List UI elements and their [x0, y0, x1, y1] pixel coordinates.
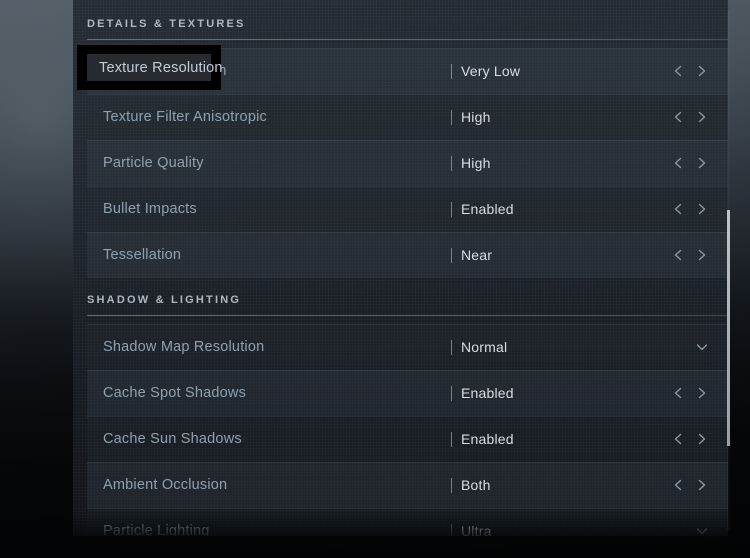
chevron-right-icon[interactable]: [694, 477, 710, 493]
setting-value: Enabled: [461, 201, 514, 217]
chevron-right-icon[interactable]: [694, 385, 710, 401]
setting-value: High: [461, 155, 491, 171]
setting-value: Normal: [461, 339, 508, 355]
setting-value: Very Low: [461, 63, 521, 79]
setting-value: Both: [461, 477, 491, 493]
row-separator: [87, 140, 728, 141]
chevron-right-icon[interactable]: [694, 155, 710, 171]
chevron-down-icon[interactable]: [694, 339, 710, 355]
setting-value: Near: [461, 247, 493, 263]
setting-control[interactable]: [668, 335, 728, 359]
chevron-left-icon[interactable]: [670, 155, 686, 171]
chevron-left-icon[interactable]: [670, 63, 686, 79]
graphics-settings-panel: DETAILS & TEXTURES Texture Resolution Very…: [73, 0, 728, 536]
value-tick-mark: [451, 477, 452, 493]
value-tick-mark: [451, 431, 452, 447]
setting-value: Enabled: [461, 431, 514, 447]
section-header: SHADOW & LIGHTING: [87, 294, 728, 324]
row-separator: [87, 508, 728, 509]
setting-row[interactable]: Ambient Occlusion Both: [87, 462, 728, 508]
setting-value-group[interactable]: Enabled: [451, 385, 514, 401]
row-separator: [87, 462, 728, 463]
focused-setting-highlight[interactable]: Texture Resolution: [77, 45, 223, 90]
setting-control[interactable]: [668, 381, 728, 405]
setting-row[interactable]: Particle Lighting Ultra: [87, 508, 728, 536]
chevron-left-icon[interactable]: [670, 431, 686, 447]
row-background: [87, 232, 728, 278]
setting-row[interactable]: Texture Filter Anisotropic High: [87, 94, 728, 140]
setting-value: Ultra: [461, 523, 492, 536]
section-title: DETAILS & TEXTURES: [87, 18, 246, 30]
setting-row[interactable]: Cache Sun Shadows Enabled: [87, 416, 728, 462]
setting-value: High: [461, 109, 491, 125]
setting-label: Cache Spot Shadows: [103, 385, 247, 401]
setting-value-group[interactable]: Near: [451, 247, 492, 263]
setting-label: Bullet Impacts: [103, 201, 197, 217]
setting-value-group[interactable]: Enabled: [451, 201, 514, 217]
setting-label: Particle Quality: [103, 155, 204, 171]
row-separator: [87, 324, 728, 325]
setting-row[interactable]: Cache Spot Shadows Enabled: [87, 370, 728, 416]
chevron-right-icon[interactable]: [694, 63, 710, 79]
setting-value-group[interactable]: Normal: [451, 339, 507, 355]
setting-label: Ambient Occlusion: [103, 477, 228, 493]
focus-inner-fill: Texture Resolution: [87, 54, 223, 81]
setting-control[interactable]: [668, 59, 728, 83]
chevron-right-icon[interactable]: [694, 109, 710, 125]
chevron-left-icon[interactable]: [670, 385, 686, 401]
setting-label: Texture Filter Anisotropic: [103, 109, 267, 125]
row-separator: [87, 416, 728, 417]
value-tick-mark: [451, 523, 452, 536]
chevron-left-icon[interactable]: [670, 109, 686, 125]
chevron-right-icon[interactable]: [694, 201, 710, 217]
setting-value: Enabled: [461, 385, 514, 401]
chevron-down-icon[interactable]: [694, 523, 710, 536]
setting-row[interactable]: Bullet Impacts Enabled: [87, 186, 728, 232]
setting-label: Cache Sun Shadows: [103, 431, 242, 447]
section-divider: [87, 315, 728, 316]
section-divider: [87, 39, 728, 40]
setting-control[interactable]: [668, 243, 728, 267]
focused-setting-label: Texture Resolution: [99, 59, 223, 76]
chevron-left-icon[interactable]: [670, 201, 686, 217]
value-tick-mark: [451, 155, 452, 171]
setting-control[interactable]: [668, 151, 728, 175]
setting-value-group[interactable]: High: [451, 155, 491, 171]
chevron-left-icon[interactable]: [670, 477, 686, 493]
setting-control[interactable]: [668, 473, 728, 497]
setting-value-group[interactable]: Both: [451, 477, 491, 493]
setting-label: Shadow Map Resolution: [103, 339, 265, 355]
setting-row[interactable]: Shadow Map Resolution Normal: [87, 324, 728, 370]
setting-control[interactable]: [668, 519, 728, 536]
row-separator: [87, 186, 728, 187]
setting-label: Tessellation: [103, 247, 182, 263]
value-tick-mark: [451, 247, 452, 263]
setting-control[interactable]: [668, 197, 728, 221]
setting-value-group[interactable]: Ultra: [451, 523, 492, 536]
setting-value-group[interactable]: High: [451, 109, 491, 125]
row-separator: [87, 232, 728, 233]
scrollbar-thumb[interactable]: [727, 210, 730, 446]
value-tick-mark: [451, 339, 452, 355]
section-header: DETAILS & TEXTURES: [87, 18, 728, 48]
value-tick-mark: [451, 109, 452, 125]
row-separator: [87, 370, 728, 371]
setting-value-group[interactable]: Enabled: [451, 431, 514, 447]
chevron-right-icon[interactable]: [694, 247, 710, 263]
row-separator: [87, 94, 728, 95]
value-tick-mark: [451, 201, 452, 217]
chevron-left-icon[interactable]: [670, 247, 686, 263]
value-tick-mark: [451, 385, 452, 401]
setting-row[interactable]: Tessellation Near: [87, 232, 728, 278]
value-tick-mark: [451, 63, 452, 79]
setting-label: Particle Lighting: [103, 523, 210, 536]
setting-control[interactable]: [668, 427, 728, 451]
section-title: SHADOW & LIGHTING: [87, 294, 242, 306]
setting-value-group[interactable]: Very Low: [451, 63, 520, 79]
setting-control[interactable]: [668, 105, 728, 129]
setting-row[interactable]: Particle Quality High: [87, 140, 728, 186]
chevron-right-icon[interactable]: [694, 431, 710, 447]
